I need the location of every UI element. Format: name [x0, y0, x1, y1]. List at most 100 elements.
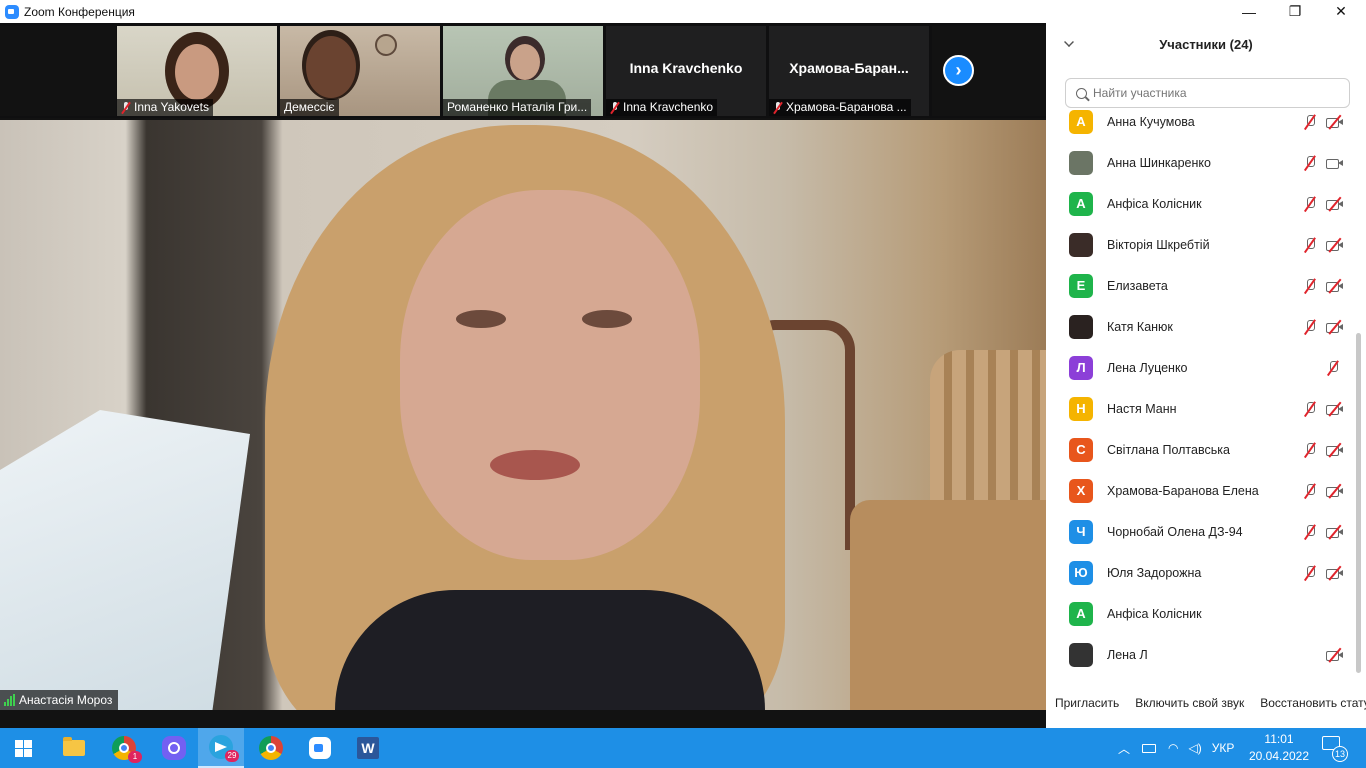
language-indicator[interactable]: УКР	[1212, 741, 1235, 755]
tile-name-tag: Романенко Наталія Гри...	[443, 99, 592, 116]
participants-scrollbar[interactable]	[1356, 333, 1361, 673]
avatar	[1069, 150, 1093, 175]
close-button[interactable]: ✕	[1318, 0, 1364, 23]
mic-muted-icon[interactable]	[1303, 278, 1317, 294]
participant-name: Лена Л	[1107, 647, 1148, 662]
participant-row[interactable]: Х Храмова-Баранова Елена	[1046, 470, 1358, 511]
tile-name-tag: Храмова-Баранова ...	[769, 99, 911, 116]
zoom-icon	[309, 737, 331, 759]
search-input[interactable]	[1093, 86, 1333, 100]
mic-muted-icon[interactable]	[1303, 319, 1317, 335]
mic-muted-icon[interactable]	[1303, 483, 1317, 499]
video-off-icon[interactable]	[1326, 484, 1344, 498]
video-off-icon[interactable]	[1326, 443, 1344, 457]
maximize-button[interactable]: ❐	[1272, 0, 1318, 23]
participant-name: Елизавета	[1107, 278, 1168, 293]
video-off-icon[interactable]	[1326, 320, 1344, 334]
tile-name-tag: Inna Kravchenko	[606, 99, 718, 116]
gallery-tile[interactable]: Романенко Наталія Гри...	[443, 26, 603, 116]
gallery-tile-partial[interactable]	[0, 26, 116, 116]
unmute-self-button[interactable]: Включить свой звук	[1135, 696, 1244, 710]
reclaim-host-button[interactable]: Восстановить стату	[1260, 696, 1366, 710]
mic-muted-icon[interactable]	[1303, 114, 1317, 130]
participants-title: Участники (24)	[1159, 37, 1253, 52]
participant-name: Анна Кучумова	[1107, 114, 1195, 129]
participant-row[interactable]: А Анфіса Колісник	[1046, 183, 1358, 224]
mic-muted-icon[interactable]	[1303, 196, 1317, 212]
mic-muted-icon[interactable]	[1303, 237, 1317, 253]
participant-row[interactable]: Вікторія Шкребтій	[1046, 224, 1358, 265]
next-page-button[interactable]: ›	[943, 55, 974, 86]
notification-count: 13	[1332, 746, 1348, 762]
video-off-icon[interactable]	[1326, 525, 1344, 539]
participant-row[interactable]: Лена Л	[1046, 634, 1358, 675]
chevron-up-icon[interactable]: ︿	[1118, 740, 1130, 757]
gallery-tile[interactable]: Храмова-Баран... Храмова-Баранова ...	[769, 26, 929, 116]
action-center-button[interactable]: 13	[1322, 736, 1348, 762]
participant-row[interactable]: С Світлана Полтавська	[1046, 429, 1358, 470]
taskbar-telegram[interactable]: 29	[198, 728, 244, 768]
mic-muted-icon[interactable]	[1303, 442, 1317, 458]
avatar: Н	[1069, 396, 1093, 421]
participant-row[interactable]: Н Настя Манн	[1046, 388, 1358, 429]
video-area: Inna Yakovets Демессіє Романенко Наталія…	[0, 23, 1046, 728]
participant-row[interactable]: Анна Шинкаренко	[1046, 142, 1358, 183]
mic-muted-icon[interactable]	[1303, 401, 1317, 417]
mic-muted-icon[interactable]	[1303, 565, 1317, 581]
participant-search[interactable]	[1065, 78, 1350, 108]
participant-row[interactable]: Л Лена Луценко	[1046, 347, 1358, 388]
taskbar-zoom[interactable]	[297, 728, 343, 768]
taskbar-file-explorer[interactable]	[51, 728, 97, 768]
invite-button[interactable]: Пригласить	[1055, 696, 1119, 710]
participant-row[interactable]: А Анфіса Колісник	[1046, 593, 1358, 634]
gallery-tile[interactable]: Демессіє	[280, 26, 440, 116]
taskbar: 1 29 W ︿ ◠ ◁) УКР 11:01 20.04.2022 13	[0, 728, 1366, 768]
windows-start-icon	[14, 739, 32, 757]
participant-name: Юля Задорожна	[1107, 565, 1202, 580]
participant-row[interactable]: Ч Чорнобай Олена ДЗ-94	[1046, 511, 1358, 552]
video-off-icon[interactable]	[1326, 402, 1344, 416]
video-off-icon[interactable]	[1326, 238, 1344, 252]
tile-display-name: Inna Kravchenko	[629, 60, 743, 76]
connection-signal-icon	[4, 694, 15, 706]
notification-badge: 1	[128, 751, 142, 763]
taskbar-chrome[interactable]: 1	[101, 728, 147, 768]
gallery-tile[interactable]: Inna Kravchenko Inna Kravchenko	[606, 26, 766, 116]
system-tray: ︿ ◠ ◁) УКР	[1118, 728, 1234, 768]
mic-muted-icon[interactable]	[1303, 524, 1317, 540]
clock[interactable]: 11:01 20.04.2022	[1248, 731, 1310, 765]
taskbar-viber[interactable]	[151, 728, 197, 768]
video-on-icon[interactable]	[1326, 156, 1344, 170]
minimize-button[interactable]: —	[1226, 0, 1272, 23]
speaker-icon[interactable]: ◁)	[1189, 741, 1202, 755]
avatar: С	[1069, 437, 1093, 462]
battery-icon[interactable]	[1142, 743, 1157, 753]
taskbar-chrome-2[interactable]	[248, 728, 294, 768]
active-speaker-video[interactable]: Анастасія Мороз	[0, 120, 1046, 710]
participant-row[interactable]: Е Елизавета	[1046, 265, 1358, 306]
gallery-tile[interactable]: Inna Yakovets	[117, 26, 277, 116]
video-off-icon[interactable]	[1326, 115, 1344, 129]
avatar	[1069, 642, 1093, 667]
participant-row[interactable]: Катя Канюк	[1046, 306, 1358, 347]
wifi-icon[interactable]: ◠	[1168, 741, 1178, 755]
start-button[interactable]	[0, 728, 46, 768]
file-explorer-icon	[63, 737, 85, 756]
video-off-icon[interactable]	[1326, 566, 1344, 580]
participant-row[interactable]: Ю Юля Задорожна	[1046, 552, 1358, 593]
participant-name: Настя Манн	[1107, 401, 1177, 416]
search-icon	[1076, 87, 1087, 99]
avatar: Ч	[1069, 519, 1093, 544]
participants-list: А Анна Кучумова Анна Шинкаренко А Анфіса Кол…	[1046, 107, 1358, 675]
gallery-strip: Inna Yakovets Демессіє Романенко Наталія…	[0, 23, 1046, 118]
participant-row[interactable]: А Анна Кучумова	[1046, 107, 1358, 142]
video-off-icon[interactable]	[1326, 648, 1344, 662]
video-off-icon[interactable]	[1326, 279, 1344, 293]
notification-badge: 29	[225, 750, 239, 762]
taskbar-word[interactable]: W	[345, 728, 391, 768]
participant-name: Вікторія Шкребтій	[1107, 237, 1210, 252]
video-off-icon[interactable]	[1326, 197, 1344, 211]
mic-muted-icon[interactable]	[1326, 360, 1340, 376]
mic-muted-icon[interactable]	[1303, 155, 1317, 171]
zoom-app-icon	[5, 4, 19, 19]
